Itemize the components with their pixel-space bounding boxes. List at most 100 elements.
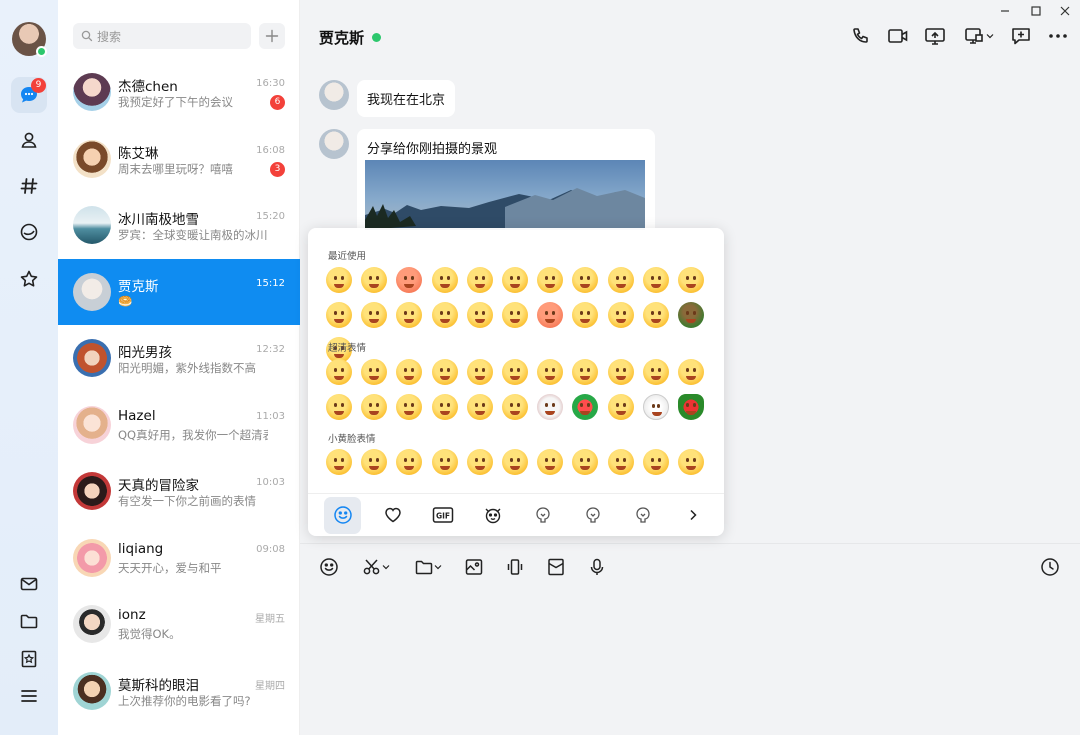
screen-share-button[interactable] xyxy=(923,24,947,48)
emoji[interactable] xyxy=(677,302,704,328)
emoji[interactable] xyxy=(677,359,704,385)
conversation-item[interactable]: Hazel QQ真好用，我发你一个超清表情 11:03 xyxy=(58,392,300,459)
emoji[interactable] xyxy=(361,302,388,328)
emoji[interactable] xyxy=(537,449,564,475)
emoji[interactable] xyxy=(501,359,528,385)
voice-message-button[interactable] xyxy=(586,556,608,578)
emoji[interactable] xyxy=(537,302,564,328)
emoji[interactable] xyxy=(572,267,599,293)
emoji[interactable] xyxy=(642,267,669,293)
video-call-button[interactable] xyxy=(886,24,910,48)
emoji[interactable] xyxy=(396,394,423,420)
emoji[interactable] xyxy=(326,267,352,293)
emoji[interactable] xyxy=(501,302,528,328)
conversation-item[interactable]: 天真的冒险家 有空发一下你之前画的表情 10:03 xyxy=(58,458,300,525)
more-options-button[interactable] xyxy=(1046,24,1070,48)
emoji[interactable] xyxy=(572,302,599,328)
emoji[interactable] xyxy=(326,394,352,420)
image-button[interactable] xyxy=(463,556,485,578)
tab-sticker-pack-2[interactable] xyxy=(524,497,561,534)
message-bubble[interactable]: 我现在在北京 xyxy=(357,80,456,117)
shared-photo[interactable] xyxy=(365,160,645,230)
emoji[interactable] xyxy=(501,449,528,475)
emoji[interactable] xyxy=(642,449,669,475)
emoji[interactable] xyxy=(537,359,564,385)
emoji[interactable] xyxy=(572,394,599,420)
emoji[interactable] xyxy=(642,394,669,420)
emoji[interactable] xyxy=(572,359,599,385)
emoji[interactable] xyxy=(642,302,669,328)
emoji[interactable] xyxy=(431,359,458,385)
nav-messages[interactable]: 9 xyxy=(11,77,47,113)
nav-favorites[interactable] xyxy=(11,261,47,297)
tab-favorites[interactable] xyxy=(374,497,411,534)
tab-sticker-pack-3[interactable] xyxy=(574,497,611,534)
emoji[interactable] xyxy=(642,359,669,385)
sender-avatar[interactable] xyxy=(319,80,349,110)
remote-assist-dropdown[interactable] xyxy=(962,24,996,48)
emoji[interactable] xyxy=(466,449,493,475)
emoji[interactable] xyxy=(572,449,599,475)
emoji[interactable] xyxy=(501,394,528,420)
conversation-item-selected[interactable]: 贾克斯 🥯 15:12 xyxy=(58,258,300,325)
history-button[interactable] xyxy=(1039,556,1061,578)
voice-call-button[interactable] xyxy=(849,24,873,48)
emoji[interactable] xyxy=(537,394,564,420)
send-file-dropdown[interactable] xyxy=(412,556,444,578)
conversation-item[interactable]: 莫斯科的眼泪 上次推荐你的电影看了吗? 星期四 xyxy=(58,658,300,725)
search-input[interactable]: 搜索 xyxy=(73,23,251,49)
emoji[interactable] xyxy=(537,267,564,293)
add-member-button[interactable] xyxy=(1009,24,1033,48)
nav-mail[interactable] xyxy=(11,566,47,602)
nav-channels[interactable] xyxy=(11,168,47,204)
emoji-button[interactable] xyxy=(318,556,340,578)
emoji[interactable] xyxy=(431,394,458,420)
nav-moments[interactable] xyxy=(11,214,47,250)
maximize-button[interactable] xyxy=(1028,3,1044,19)
conversation-item[interactable]: 冰川南极地雪 罗宾：全球变暖让南极的冰川 15:20 xyxy=(58,192,300,259)
emoji[interactable] xyxy=(607,267,634,293)
emoji[interactable] xyxy=(431,302,458,328)
emoji[interactable] xyxy=(361,267,388,293)
emoji[interactable] xyxy=(466,302,493,328)
tab-emoji[interactable] xyxy=(324,496,361,534)
emoji[interactable] xyxy=(396,449,423,475)
emoji[interactable] xyxy=(501,267,528,293)
shake-button[interactable] xyxy=(504,556,526,578)
emoji[interactable] xyxy=(677,394,704,420)
screenshot-dropdown[interactable] xyxy=(360,556,392,578)
emoji[interactable] xyxy=(361,394,388,420)
conversation-item[interactable]: ionz 我觉得OK。 星期五 xyxy=(58,591,300,658)
my-avatar[interactable] xyxy=(12,22,47,57)
emoji[interactable] xyxy=(466,359,493,385)
emoji[interactable] xyxy=(466,394,493,420)
minimize-button[interactable] xyxy=(997,3,1013,19)
close-button[interactable] xyxy=(1057,3,1073,19)
add-button[interactable] xyxy=(259,23,285,49)
nav-contacts[interactable] xyxy=(11,122,47,158)
emoji[interactable] xyxy=(396,359,423,385)
emoji[interactable] xyxy=(396,267,423,293)
emoji[interactable] xyxy=(466,267,493,293)
emoji[interactable] xyxy=(326,449,352,475)
emoji[interactable] xyxy=(607,359,634,385)
emoji[interactable] xyxy=(607,449,634,475)
conversation-item[interactable]: 阳光男孩 阳光明媚，紫外线指数不高 12:32 xyxy=(58,325,300,392)
emoji[interactable] xyxy=(326,359,352,385)
conversation-item[interactable]: liqiang 天天开心，爱与和平 09:08 xyxy=(58,525,300,592)
tab-next-arrow[interactable] xyxy=(674,497,711,534)
emoji[interactable] xyxy=(326,302,352,328)
emoji[interactable] xyxy=(431,267,458,293)
nav-bookmarks[interactable] xyxy=(11,641,47,677)
emoji[interactable] xyxy=(361,449,388,475)
tab-gif[interactable]: GIF xyxy=(424,497,461,534)
emoji[interactable] xyxy=(677,449,704,475)
emoji[interactable] xyxy=(607,302,634,328)
nav-files[interactable] xyxy=(11,603,47,639)
red-packet-button[interactable] xyxy=(545,556,567,578)
emoji[interactable] xyxy=(431,449,458,475)
emoji[interactable] xyxy=(361,359,388,385)
sender-avatar[interactable] xyxy=(319,129,349,159)
tab-sticker-pack-4[interactable] xyxy=(624,497,661,534)
conversation-item[interactable]: 陈艾琳 周末去哪里玩呀？嘻嘻 16:08 3 xyxy=(58,126,300,193)
